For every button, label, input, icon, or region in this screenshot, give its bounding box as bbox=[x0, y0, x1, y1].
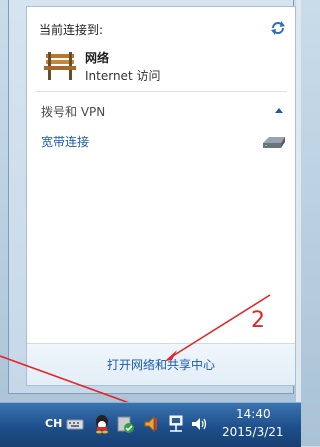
security-shield-icon[interactable] bbox=[117, 414, 135, 434]
modem-icon bbox=[263, 137, 285, 148]
taskbar: CH 14:40 2015/3/21 bbox=[0, 402, 301, 447]
network-popup-frame: 当前连接到: 网络 Internet 访问 拨号和 VPN 宽带连接 打开网络和… bbox=[8, 0, 296, 394]
annotation-number: 2 bbox=[251, 308, 265, 333]
window-scrollbar[interactable] bbox=[296, 0, 301, 402]
collapse-chevron-icon[interactable] bbox=[273, 105, 285, 115]
volume-icon[interactable] bbox=[190, 414, 208, 434]
network-access-status: Internet 访问 bbox=[85, 69, 161, 83]
broadband-connection-link[interactable]: 宽带连接 bbox=[41, 133, 89, 150]
network-connection-item[interactable]: 网络 Internet 访问 bbox=[41, 47, 281, 87]
popup-footer: 打开网络和共享中心 bbox=[27, 343, 295, 385]
qq-icon[interactable] bbox=[93, 414, 111, 434]
network-name: 网络 bbox=[85, 51, 110, 65]
open-network-sharing-center-link[interactable]: 打开网络和共享中心 bbox=[27, 356, 295, 373]
dialup-vpn-section-title: 拨号和 VPN bbox=[41, 105, 106, 119]
clock-date[interactable]: 2015/3/21 bbox=[222, 425, 284, 439]
network-tray-icon[interactable] bbox=[166, 414, 186, 434]
divider bbox=[35, 91, 287, 92]
current-connection-header: 当前连接到: bbox=[39, 23, 104, 37]
bench-network-icon bbox=[44, 52, 76, 80]
clock-time[interactable]: 14:40 bbox=[236, 407, 271, 421]
keyboard-icon[interactable] bbox=[66, 414, 84, 434]
speaker-muted-icon[interactable] bbox=[142, 414, 160, 434]
language-indicator[interactable]: CH bbox=[45, 417, 62, 430]
refresh-icon[interactable] bbox=[269, 19, 287, 37]
